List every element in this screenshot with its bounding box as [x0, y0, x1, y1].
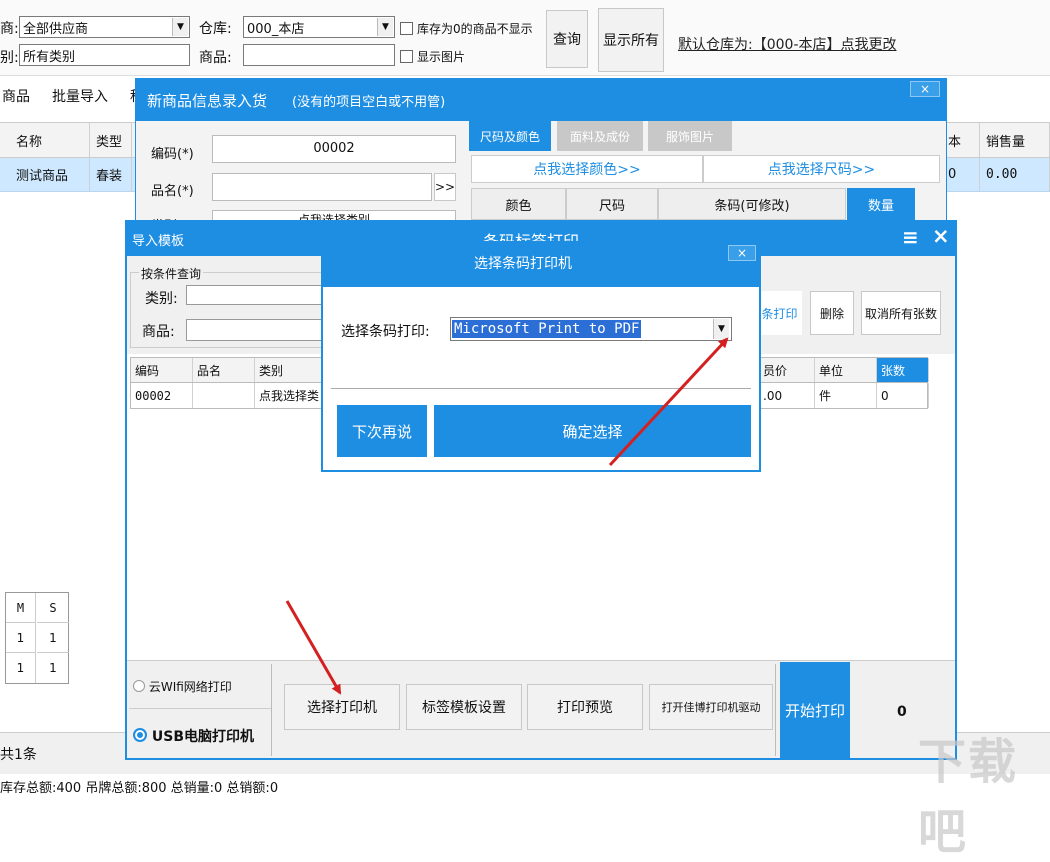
annotation-arrows	[285, 337, 729, 695]
arrow-to-dropdown	[608, 337, 729, 467]
watermark-logo: 下载吧	[918, 734, 1019, 860]
arrow-to-select-printer	[285, 600, 342, 695]
